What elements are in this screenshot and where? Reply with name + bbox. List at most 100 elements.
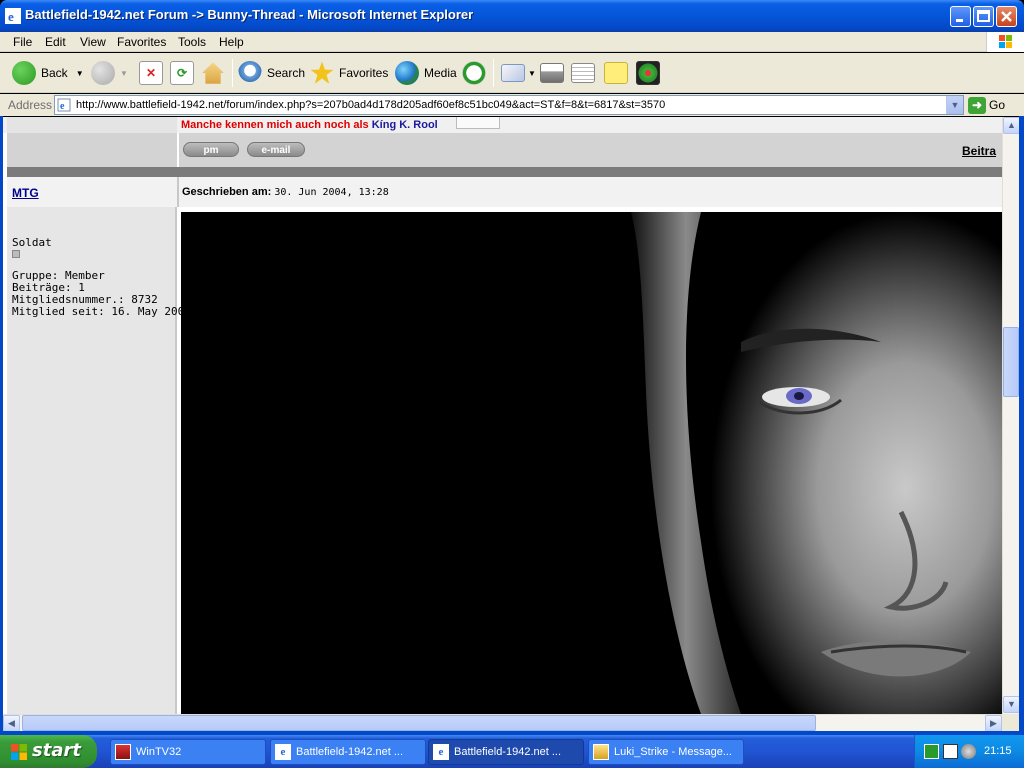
address-dropdown-button[interactable]: ▼	[946, 96, 963, 114]
page-content[interactable]: Manche kennen mich auch noch als Kíng K.…	[3, 117, 1002, 714]
menu-tools[interactable]: Tools	[178, 35, 206, 49]
mail-icon	[501, 64, 525, 82]
history-button[interactable]	[462, 60, 491, 86]
home-button[interactable]	[201, 60, 225, 86]
taskbar-item-wintv[interactable]: WinTV32	[110, 739, 266, 765]
posted-label: Geschrieben am:	[182, 186, 272, 198]
wintv-icon	[115, 744, 131, 760]
scroll-left-button[interactable]: ◀	[3, 715, 20, 732]
address-bar: Address e http://www.battlefield-1942.ne…	[0, 94, 1024, 116]
svg-text:e: e	[60, 101, 65, 112]
vertical-scrollbar[interactable]: ▲ ▼	[1002, 117, 1020, 714]
edit-button[interactable]	[571, 60, 595, 86]
print-button[interactable]	[540, 60, 564, 86]
ie-icon: e	[433, 744, 449, 760]
menu-view[interactable]: View	[80, 35, 106, 49]
start-button[interactable]: start	[0, 735, 97, 768]
signature-text: Manche kennen mich auch noch als Kíng K.…	[181, 119, 438, 131]
taskbar-item-messenger[interactable]: Luki_Strike - Message...	[588, 739, 744, 765]
scroll-right-button[interactable]: ▶	[985, 715, 1002, 732]
portrait-image	[181, 212, 1002, 714]
media-label: Media	[424, 66, 457, 80]
go-button[interactable]: ➜ Go	[968, 96, 1005, 114]
system-tray: 21:15	[914, 735, 1024, 768]
clock[interactable]: 21:15	[984, 745, 1012, 757]
post-separator	[3, 167, 1002, 177]
tray-edit-icon[interactable]	[943, 744, 958, 759]
history-clock-icon	[462, 61, 486, 85]
previous-post-buttons-row: pm e-mail Beitra	[3, 133, 1002, 167]
forward-button[interactable]: ▼	[91, 60, 128, 86]
post-author-link[interactable]: MTG	[12, 186, 39, 200]
post-image	[181, 212, 1002, 714]
refresh-icon: ⟳	[170, 61, 194, 85]
menu-file[interactable]: File	[13, 35, 32, 49]
search-icon	[238, 61, 262, 85]
back-label: Back	[41, 66, 68, 80]
media-button[interactable]: Media	[395, 60, 457, 86]
menu-edit[interactable]: Edit	[45, 35, 66, 49]
mail-dropdown-icon[interactable]: ▼	[528, 69, 536, 78]
taskbar-item-label: Battlefield-1942.net ...	[454, 746, 562, 758]
taskbar-item-browser-1[interactable]: e Battlefield-1942.net ...	[270, 739, 426, 765]
post-body-row: Soldat Gruppe: Member Beiträge: 1 Mitgli…	[3, 207, 1002, 714]
chevron-right-icon: ▶	[990, 718, 997, 728]
pm-button[interactable]: pm	[183, 142, 239, 157]
tray-icq-icon[interactable]	[924, 744, 939, 759]
horizontal-scrollbar[interactable]: ◀ ▶	[3, 714, 1002, 732]
windows-logo	[986, 32, 1024, 52]
globe-icon	[395, 61, 419, 85]
refresh-button[interactable]: ⟳	[170, 60, 194, 86]
forward-arrow-icon	[91, 61, 115, 85]
chevron-up-icon: ▲	[1007, 120, 1016, 130]
page-icon: e	[57, 98, 71, 112]
author-rank: Soldat	[12, 236, 52, 249]
scrollbar-corner	[1002, 714, 1019, 731]
title-bar[interactable]: e Battlefield-1942.net Forum -> Bunny-Th…	[0, 0, 1024, 32]
address-input[interactable]: e http://www.battlefield-1942.net/forum/…	[54, 95, 964, 115]
menu-help[interactable]: Help	[219, 35, 244, 49]
scroll-up-button[interactable]: ▲	[1003, 117, 1020, 134]
toolbar: Back ▼ ▼ ✕ ⟳ Search Favorites Media ▼	[0, 53, 1024, 93]
vertical-scroll-thumb[interactable]	[1003, 327, 1019, 397]
minimize-button[interactable]	[950, 6, 971, 27]
posted-date-value: 30. Jun 2004, 13:28	[274, 187, 389, 198]
beitrag-link[interactable]: Beitra	[962, 144, 996, 158]
author-member-since: Mitglied seit: 16. May 2004	[12, 305, 191, 318]
taskbar-item-browser-2[interactable]: e Battlefield-1942.net ...	[428, 739, 584, 765]
back-button[interactable]: Back ▼	[12, 60, 84, 86]
mail-button[interactable]: ▼	[501, 60, 536, 86]
post-date: Geschrieben am: 30. Jun 2004, 13:28	[182, 186, 389, 198]
search-label: Search	[267, 66, 306, 80]
favorites-label: Favorites	[339, 66, 389, 80]
stop-button[interactable]: ✕	[139, 60, 163, 86]
chevron-left-icon: ◀	[8, 718, 15, 728]
email-button[interactable]: e-mail	[247, 142, 305, 157]
address-url[interactable]: http://www.battlefield-1942.net/forum/in…	[76, 99, 665, 111]
scroll-down-button[interactable]: ▼	[1003, 696, 1020, 713]
back-dropdown-icon[interactable]: ▼	[76, 69, 84, 78]
close-icon	[1001, 11, 1012, 22]
menu-bar: File Edit View Favorites Tools Help	[0, 32, 1024, 52]
rank-pip-icon	[12, 250, 20, 258]
ie-icon: e	[275, 744, 291, 760]
forward-dropdown-icon[interactable]: ▼	[120, 69, 128, 78]
maximize-button[interactable]	[973, 6, 994, 27]
horizontal-scroll-thumb[interactable]	[22, 715, 816, 731]
window-frame-left	[0, 116, 3, 735]
close-window-button[interactable]	[996, 6, 1017, 27]
favorites-button[interactable]: Favorites	[310, 60, 388, 86]
signature-blue-text: Kíng K. Rool	[371, 119, 438, 131]
taskbar-item-label: Luki_Strike - Message...	[614, 746, 732, 758]
note-icon	[604, 62, 628, 84]
home-icon	[202, 62, 224, 84]
previous-post-left-cell	[7, 117, 177, 133]
search-button[interactable]: Search	[238, 60, 305, 86]
back-arrow-icon	[12, 61, 36, 85]
discuss-button[interactable]	[604, 60, 628, 86]
tray-volume-icon[interactable]	[961, 744, 976, 759]
previous-post-signature-row: Manche kennen mich auch noch als Kíng K.…	[3, 117, 1002, 133]
go-label: Go	[989, 98, 1006, 112]
icq-button[interactable]	[636, 60, 660, 86]
menu-favorites[interactable]: Favorites	[117, 35, 166, 49]
